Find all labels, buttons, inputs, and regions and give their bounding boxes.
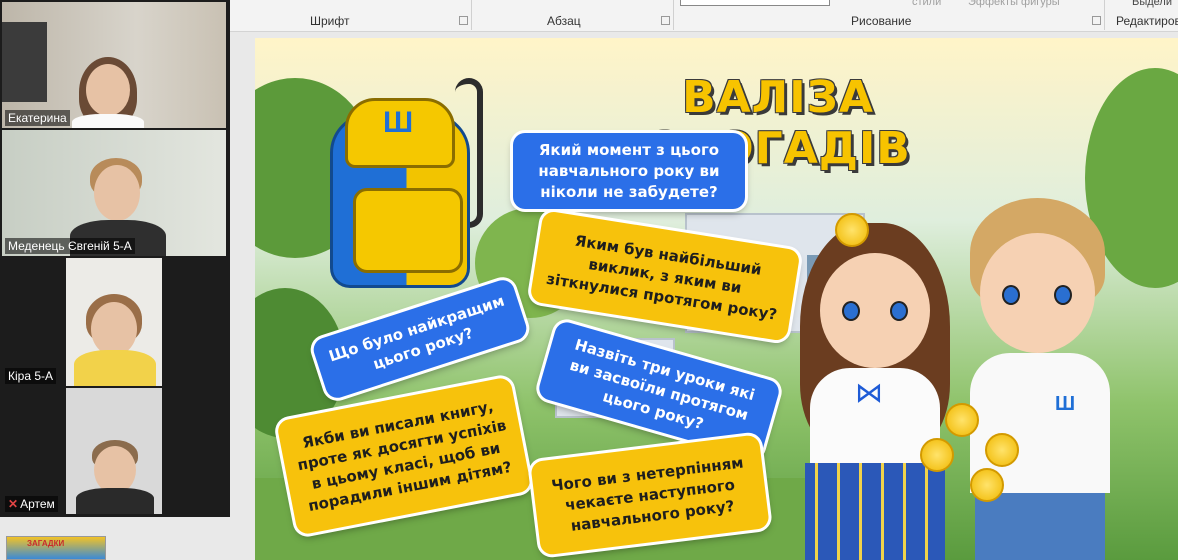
ribbon-separator [471, 0, 472, 30]
paragraph-dialog-launcher-icon[interactable] [661, 16, 670, 25]
font-dialog-launcher-icon[interactable] [459, 16, 468, 25]
girl-character [820, 253, 930, 368]
eye [890, 301, 908, 321]
eye [1054, 285, 1072, 305]
background-object [2, 22, 47, 102]
flower-icon [985, 433, 1019, 467]
ribbon-group-paragraph[interactable]: Абзац [547, 14, 581, 28]
participant-tile[interactable]: Кіра 5-А [2, 258, 226, 386]
ribbon-group-drawing[interactable]: Рисование [851, 14, 911, 28]
trident-emblem-icon: Ш [1055, 393, 1076, 415]
participant-tile[interactable]: Меденець Євгеній 5-А [2, 130, 226, 256]
backpack-pocket [353, 188, 463, 273]
eye [842, 301, 860, 321]
flower-icon [835, 213, 869, 247]
participant-tile[interactable]: ✕ Артем [2, 388, 226, 514]
participant-name: Екатерина [5, 110, 70, 126]
ribbon-group-editing[interactable]: Редактирова [1116, 14, 1178, 28]
ribbon-group-font[interactable]: Шрифт [310, 14, 349, 28]
drawing-dialog-launcher-icon[interactable] [1092, 16, 1101, 25]
slide-canvas[interactable]: Ш ВАЛІЗА СПОГАДІВ ⋈ Ш Який момент з цьог… [255, 38, 1178, 560]
video-participants-panel: Екатерина Меденець Євгеній 5-А Кіра 5-А … [0, 0, 230, 517]
girl-skirt [805, 463, 945, 560]
boy-character [980, 233, 1095, 353]
participant-name-text: Артем [20, 497, 55, 511]
trident-emblem-icon: Ш [383, 106, 414, 139]
question-card-unforgettable-moment[interactable]: Який момент з цього навчального року ви … [513, 133, 745, 209]
ribbon-separator [1104, 0, 1105, 30]
flower-icon [920, 438, 954, 472]
font-size-box[interactable] [680, 0, 830, 6]
participant-video [66, 258, 162, 386]
participant-name: ✕ Артем [5, 496, 58, 512]
thumbnail-title: ЗАГАДКИ [27, 539, 65, 548]
ribbon-bar: Шрифт Абзац стили Эффекты фигуры Рисован… [230, 0, 1178, 32]
participant-tile[interactable]: Екатерина [2, 2, 226, 128]
eye [1002, 285, 1020, 305]
slide-thumbnail[interactable]: ЗАГАДКИ [6, 536, 106, 560]
ribbon-separator [673, 0, 674, 30]
participant-name: Кіра 5-А [5, 368, 57, 384]
boy-pants [975, 493, 1105, 560]
mic-muted-icon: ✕ [8, 497, 19, 511]
participant-name: Меденець Євгеній 5-А [5, 238, 135, 254]
select-label[interactable]: Выдели [1132, 0, 1172, 8]
participant-video [66, 388, 162, 514]
bow-icon: ⋈ [855, 377, 883, 408]
shape-effects-label[interactable]: Эффекты фигуры [968, 0, 1060, 8]
flower-icon [945, 403, 979, 437]
flower-icon [970, 468, 1004, 502]
styles-label[interactable]: стили [912, 0, 941, 8]
